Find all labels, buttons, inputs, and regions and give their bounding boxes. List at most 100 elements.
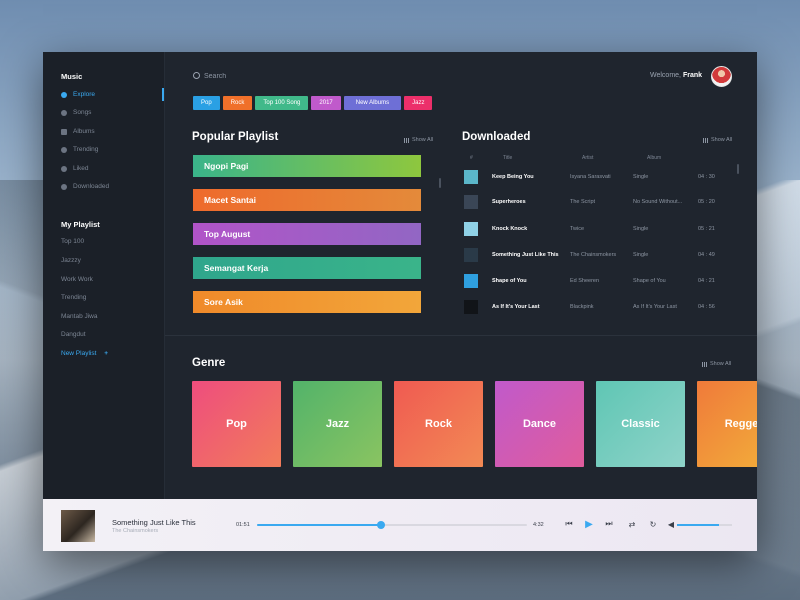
progress-knob[interactable] xyxy=(377,521,386,529)
previous-button[interactable]: ⏮ xyxy=(564,519,574,529)
playlist-card-top-august[interactable]: Top August xyxy=(193,223,421,245)
progress-fill xyxy=(257,524,382,526)
genre-label: Dance xyxy=(522,418,557,430)
song-duration: 04 : 56 xyxy=(698,304,715,310)
sidebar-playlist-item[interactable]: Dangdut xyxy=(61,331,86,338)
table-row[interactable]: Something Just Like This The Chainsmoker… xyxy=(463,248,718,264)
song-title: Keep Being You xyxy=(492,174,534,180)
tag-2017[interactable]: 2017 xyxy=(311,96,341,110)
volume-icon: ◀ xyxy=(667,519,675,529)
plus-icon: + xyxy=(104,350,109,357)
popular-show-all-button[interactable]: Show All xyxy=(404,137,433,143)
downloaded-title: Downloaded xyxy=(462,131,531,143)
sidebar-item-trending[interactable]: Trending xyxy=(61,146,98,153)
playlist-label: Top August xyxy=(204,229,251,239)
song-album: Single xyxy=(633,252,649,258)
new-playlist-button[interactable]: New Playlist + xyxy=(61,350,108,357)
now-playing-thumb xyxy=(61,510,95,542)
welcome-text: Welcome, Frank xyxy=(650,72,702,79)
tag-rock[interactable]: Rock xyxy=(222,96,253,110)
skip-back-icon: ⏮ xyxy=(565,519,573,528)
playlist-card-ngopi-pagi[interactable]: Ngopi Pagi xyxy=(193,155,421,177)
playlist-card-sore-asik[interactable]: Sore Asik xyxy=(193,291,421,313)
album-thumb xyxy=(464,170,478,184)
song-duration: 05 : 21 xyxy=(698,226,715,232)
tag-new-albums[interactable]: New Albums xyxy=(343,96,402,110)
playlist-card-semangat-kerja[interactable]: Semangat Kerja xyxy=(193,257,421,279)
player-bar: Something Just Like This The Chainsmoker… xyxy=(43,499,757,551)
sidebar-playlist-item[interactable]: Trending xyxy=(61,294,86,301)
downloaded-show-all-button[interactable]: Show All xyxy=(703,137,732,143)
column-header-album: Album xyxy=(647,155,662,161)
avatar[interactable] xyxy=(711,66,732,87)
sidebar: Music Explore Songs Albums Trending Like… xyxy=(43,52,165,499)
genre-card-dance[interactable]: Dance xyxy=(495,381,584,467)
song-album: Shape of You xyxy=(633,278,666,284)
grid-icon xyxy=(404,137,409,143)
song-artist: Isyana Sarasvati xyxy=(570,174,611,180)
album-icon xyxy=(61,128,67,135)
next-button[interactable]: ⏭ xyxy=(604,519,614,529)
sidebar-item-label: Liked xyxy=(73,165,89,172)
tag-pop[interactable]: Pop xyxy=(193,96,220,110)
table-row[interactable]: Keep Being You Isyana Sarasvati Single 0… xyxy=(463,170,718,186)
genre-label: Rock xyxy=(425,418,452,430)
tag-top-100-song[interactable]: Top 100 Song xyxy=(255,96,309,110)
tag-jazz[interactable]: Jazz xyxy=(404,96,433,110)
song-duration: 04 : 49 xyxy=(698,252,715,258)
genre-card-rock[interactable]: Rock xyxy=(394,381,483,467)
play-button[interactable]: ▶ xyxy=(584,518,594,530)
tag-bar: Pop Rock Top 100 Song 2017 New Albums Ja… xyxy=(193,96,433,110)
playlist-card-macet-santai[interactable]: Macet Santai xyxy=(193,189,421,211)
sidebar-item-songs[interactable]: Songs xyxy=(61,109,91,116)
album-thumb xyxy=(464,195,478,209)
heart-icon xyxy=(61,165,67,172)
sidebar-playlist-item[interactable]: Work Work xyxy=(61,276,93,283)
shuffle-icon: ⇄ xyxy=(628,519,636,529)
welcome-prefix: Welcome, xyxy=(650,72,683,79)
sidebar-item-liked[interactable]: Liked xyxy=(61,165,89,172)
downloaded-scrollbar[interactable] xyxy=(737,164,739,174)
genre-card-classic[interactable]: Classic xyxy=(596,381,685,467)
song-artist: The Chainsmokers xyxy=(570,252,617,258)
music-note-icon xyxy=(61,109,67,116)
song-artist: Blackpink xyxy=(570,304,594,310)
playlist-scrollbar[interactable] xyxy=(439,178,441,188)
sidebar-item-explore[interactable]: Explore xyxy=(61,91,95,98)
repeat-button[interactable]: ↻ xyxy=(648,519,658,529)
genre-label: Jazz xyxy=(325,418,350,430)
shuffle-button[interactable]: ⇄ xyxy=(627,519,637,529)
table-row[interactable]: As If It's Your Last Blackpink As If It'… xyxy=(463,300,718,316)
genre-show-all-button[interactable]: Show All xyxy=(702,361,731,367)
genre-card-jazz[interactable]: Jazz xyxy=(293,381,382,467)
search-icon xyxy=(193,72,200,79)
sidebar-item-albums[interactable]: Albums xyxy=(61,128,95,135)
grid-icon xyxy=(703,137,708,143)
search-input[interactable] xyxy=(204,70,384,82)
sidebar-playlist-item[interactable]: Top 100 xyxy=(61,238,84,245)
sidebar-item-label: Albums xyxy=(73,128,95,135)
genre-card-pop[interactable]: Pop xyxy=(192,381,281,467)
album-thumb xyxy=(464,300,478,314)
table-row[interactable]: Superheroes The Script No Sound Without.… xyxy=(463,195,718,211)
song-artist: The Script xyxy=(570,199,596,205)
volume-button[interactable]: ◀ xyxy=(666,519,676,529)
song-duration: 04 : 21 xyxy=(698,278,715,284)
progress-track[interactable] xyxy=(257,521,527,529)
play-icon: ▶ xyxy=(585,518,593,530)
table-row[interactable]: Shape of You Ed Sheeren Shape of You 04 … xyxy=(463,274,718,290)
genre-card-regge[interactable]: Regge xyxy=(697,381,757,467)
sidebar-playlist-item[interactable]: Jazzzy xyxy=(61,257,81,264)
cloud-download-icon xyxy=(61,183,67,190)
genre-label: Pop xyxy=(226,418,247,430)
volume-slider[interactable] xyxy=(677,524,732,526)
music-app-window: Music Explore Songs Albums Trending Like… xyxy=(43,52,757,551)
song-duration: 05 : 20 xyxy=(698,199,715,205)
repeat-icon: ↻ xyxy=(649,519,657,529)
sidebar-playlist-item[interactable]: Mantab Jiwa xyxy=(61,313,98,320)
playlist-label: Ngopi Pagi xyxy=(204,161,249,171)
genre-title: Genre xyxy=(192,357,226,369)
sidebar-item-downloaded[interactable]: Downloaded xyxy=(61,183,109,190)
playlist-label: Semangat Kerja xyxy=(204,263,269,273)
table-row[interactable]: Knock Knock Twice Single 05 : 21 xyxy=(463,222,718,238)
